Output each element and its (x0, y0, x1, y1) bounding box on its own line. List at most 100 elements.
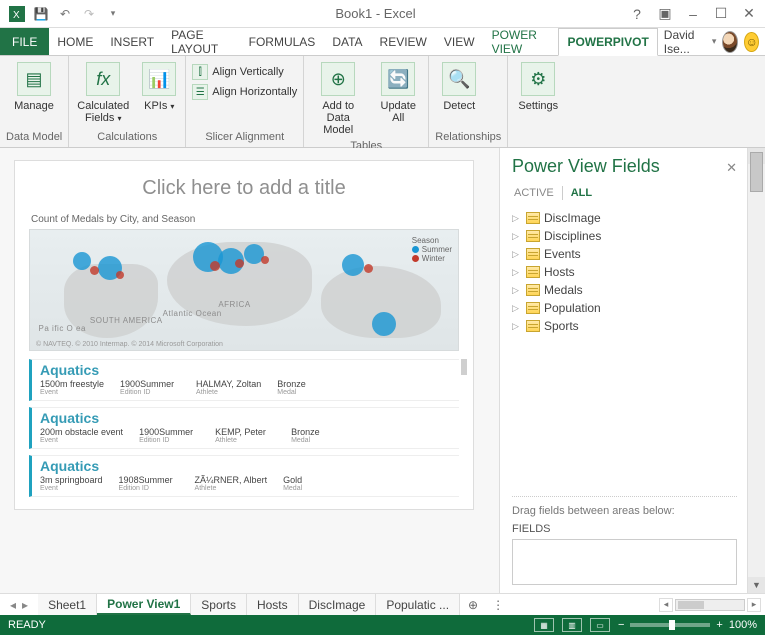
expand-icon[interactable]: ▷ (512, 303, 522, 314)
table-item[interactable]: ▷Population (512, 299, 737, 317)
feedback-icon[interactable]: ☺ (744, 32, 759, 52)
data-card[interactable]: Aquatics 200m obstacle eventEvent 1900Su… (29, 407, 459, 449)
sheet-tab[interactable]: Sports (191, 594, 247, 615)
ribbon-display-icon[interactable]: ▣ (655, 4, 675, 24)
close-pane-icon[interactable]: ✕ (726, 160, 737, 176)
update-all-button[interactable]: 🔄 Update All (374, 60, 422, 126)
add-to-data-model-button[interactable]: ⊕ Add to Data Model (310, 60, 366, 138)
tab-data[interactable]: DATA (324, 28, 371, 55)
areas-fields-label: FIELDS (512, 523, 737, 535)
zoom-value[interactable]: 100% (729, 619, 757, 631)
update-all-label: Update All (374, 100, 422, 124)
zoom-control[interactable]: − + 100% (618, 619, 757, 631)
svg-text:X: X (13, 10, 20, 21)
zoom-knob[interactable] (669, 620, 675, 630)
tab-view[interactable]: VIEW (436, 28, 484, 55)
calculated-fields-button[interactable]: fx Calculated Fields ▾ (75, 60, 131, 126)
hscroll-right-icon[interactable]: ▸ (747, 598, 761, 612)
map-visualization[interactable]: SOUTH AMERICA AFRICA Atlantic Ocean Pa i… (29, 229, 459, 351)
scroll-thumb[interactable] (750, 152, 763, 192)
cards-visualization[interactable]: Aquatics 1500m freestyleEvent 1900Summer… (29, 359, 459, 497)
horizontal-scrollbar[interactable]: ◂ ▸ (655, 598, 765, 612)
expand-icon[interactable]: ▷ (512, 231, 522, 242)
qat-customize-icon[interactable]: ▾ (102, 3, 124, 25)
table-item[interactable]: ▷Events (512, 245, 737, 263)
account-name: David Ise... (664, 28, 706, 56)
expand-icon[interactable]: ▷ (512, 285, 522, 296)
sheet-tab[interactable]: Hosts (247, 594, 299, 615)
zoom-slider[interactable] (630, 623, 710, 627)
view-normal-icon[interactable]: ▦ (534, 618, 554, 632)
new-sheet-icon[interactable]: ⊕ (460, 598, 486, 612)
undo-icon[interactable]: ↶ (54, 3, 76, 25)
legend-swatch-winter (412, 255, 419, 262)
close-icon[interactable]: ✕ (739, 4, 759, 24)
expand-icon[interactable]: ▷ (512, 249, 522, 260)
help-icon[interactable]: ? (627, 4, 647, 24)
view-page-break-icon[interactable]: ▭ (590, 618, 610, 632)
tab-insert[interactable]: INSERT (102, 28, 163, 55)
tab-powerpivot[interactable]: POWERPIVOT (558, 28, 657, 56)
canvas[interactable]: Click here to add a title Count of Medal… (0, 148, 499, 593)
table-item[interactable]: ▷Medals (512, 281, 737, 299)
maximize-icon[interactable]: ☐ (711, 4, 731, 24)
legend-summer: Summer (422, 245, 452, 254)
kpis-button[interactable]: 📊 KPIs ▾ (139, 60, 179, 114)
mode-all[interactable]: ALL (569, 185, 594, 201)
expand-icon[interactable]: ▷ (512, 213, 522, 224)
sheet-tab[interactable]: Populatic ... (376, 594, 460, 615)
save-icon[interactable]: 💾 (30, 3, 52, 25)
data-card[interactable]: Aquatics 1500m freestyleEvent 1900Summer… (29, 359, 459, 401)
tab-power-view[interactable]: POWER VIEW (484, 28, 559, 55)
file-tab[interactable]: FILE (0, 28, 49, 55)
card-medal: Bronze (277, 379, 337, 389)
power-view-slide[interactable]: Click here to add a title Count of Medal… (14, 160, 474, 510)
cards-scrollbar[interactable] (461, 359, 467, 375)
settings-button[interactable]: ⚙ Settings (514, 60, 562, 114)
card-athlete: ZÃ¼RNER, Albert (195, 475, 268, 485)
map-attribution: © NAVTEQ. © 2010 Intermap. © 2014 Micros… (36, 341, 223, 348)
tab-page-layout[interactable]: PAGE LAYOUT (163, 28, 240, 55)
table-item[interactable]: ▷Disciplines (512, 227, 737, 245)
table-item[interactable]: ▷Hosts (512, 263, 737, 281)
view-page-layout-icon[interactable]: ▥ (562, 618, 582, 632)
group-settings: ⚙ Settings (508, 56, 568, 147)
manage-button[interactable]: ▤ Manage (6, 60, 62, 114)
card-edition: 1900Summer (120, 379, 180, 389)
hscroll-thumb[interactable] (678, 601, 704, 609)
align-vertical-icon: ⫿ (192, 64, 208, 80)
sheet-nav-first-icon[interactable]: ◂ (10, 598, 16, 612)
sheet-more-icon[interactable]: ⋮ (486, 598, 510, 612)
account-area[interactable]: David Ise... ▾ ☺ (658, 28, 765, 55)
sheet-tab[interactable]: Power View1 (97, 594, 191, 615)
tab-review[interactable]: REVIEW (372, 28, 436, 55)
tab-formulas[interactable]: FORMULAS (241, 28, 325, 55)
vertical-scrollbar[interactable]: ▲ ▼ (747, 148, 765, 593)
mode-active[interactable]: ACTIVE (512, 185, 556, 201)
expand-icon[interactable]: ▷ (512, 321, 522, 332)
table-icon (526, 266, 540, 278)
redo-icon[interactable]: ↷ (78, 3, 100, 25)
minimize-icon[interactable]: – (683, 4, 703, 24)
account-dropdown-icon[interactable]: ▾ (712, 36, 717, 47)
data-card[interactable]: Aquatics 3m springboardEvent 1908SummerE… (29, 455, 459, 497)
dropdown-icon: ▾ (170, 102, 174, 111)
hscroll-track[interactable] (675, 599, 745, 611)
sheet-tab[interactable]: Sheet1 (38, 594, 97, 615)
hscroll-left-icon[interactable]: ◂ (659, 598, 673, 612)
tab-home[interactable]: HOME (49, 28, 102, 55)
align-vertically-button[interactable]: ⫿Align Vertically (192, 64, 284, 80)
scroll-down-icon[interactable]: ▼ (748, 577, 765, 593)
zoom-out-icon[interactable]: − (618, 619, 624, 631)
detect-button[interactable]: 🔍 Detect (435, 60, 483, 114)
table-icon (526, 230, 540, 242)
fields-drop-area[interactable] (512, 539, 737, 585)
zoom-in-icon[interactable]: + (716, 619, 722, 631)
expand-icon[interactable]: ▷ (512, 267, 522, 278)
sheet-tab[interactable]: DiscImage (299, 594, 377, 615)
align-horizontally-button[interactable]: ☰Align Horizontally (192, 84, 297, 100)
table-item[interactable]: ▷DiscImage (512, 209, 737, 227)
title-placeholder[interactable]: Click here to add a title (29, 171, 459, 214)
table-item[interactable]: ▷Sports (512, 317, 737, 335)
sheet-nav-next-icon[interactable]: ▸ (22, 598, 28, 612)
